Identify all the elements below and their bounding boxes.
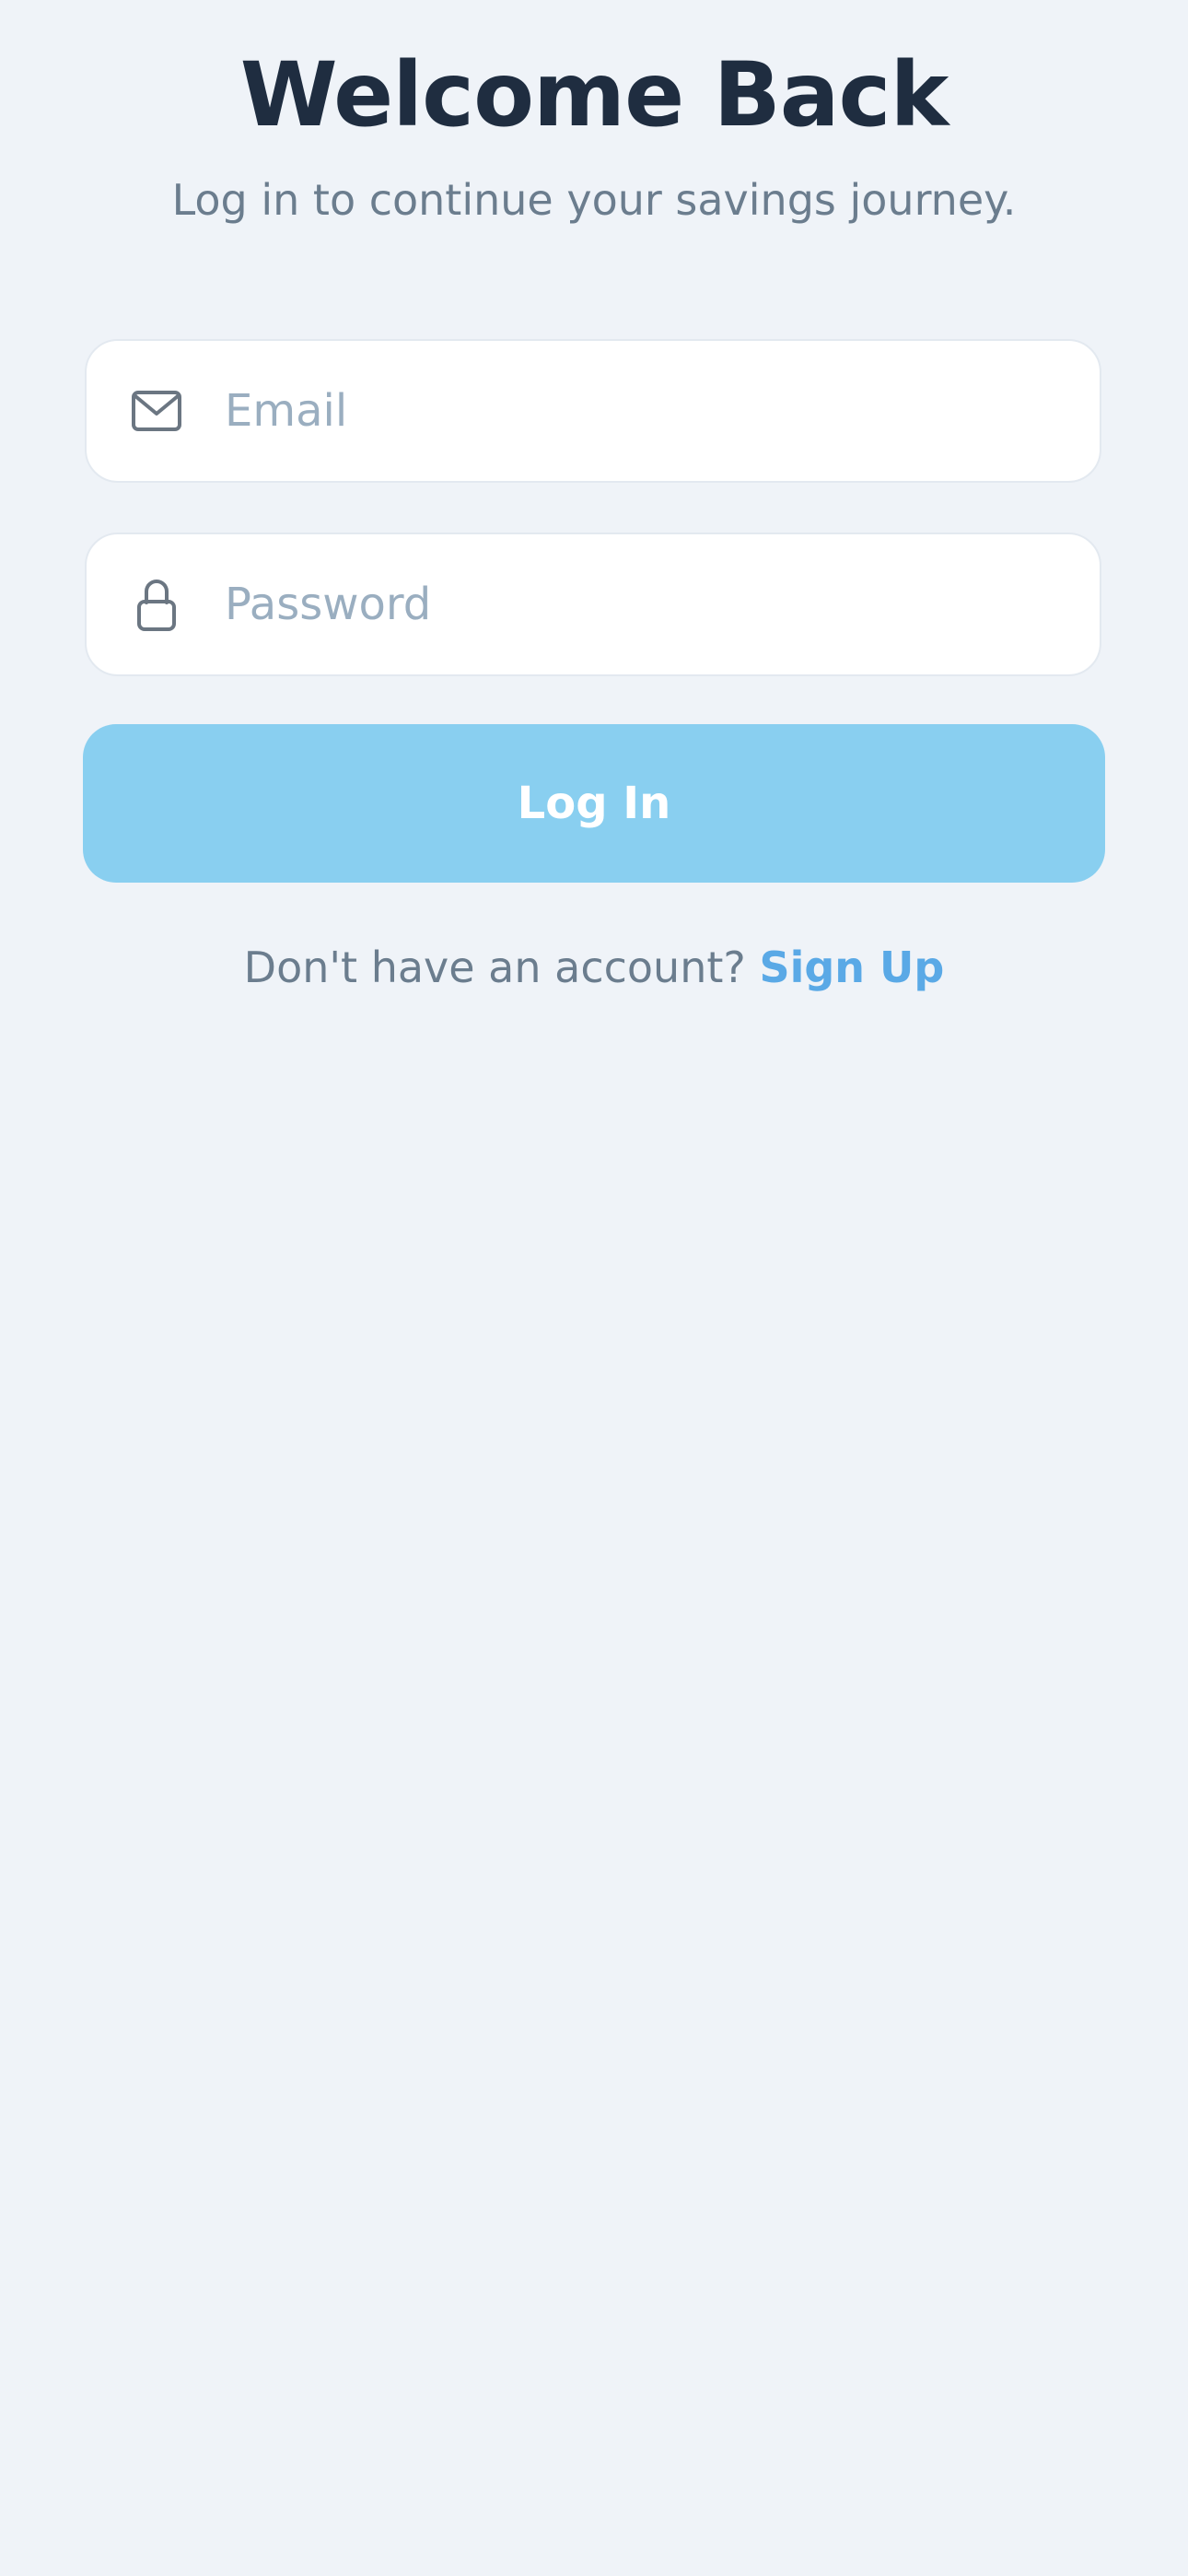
- password-field-container[interactable]: [85, 533, 1101, 676]
- email-input[interactable]: [225, 341, 1072, 481]
- lock-icon: [131, 575, 182, 634]
- password-input[interactable]: [225, 534, 1072, 674]
- signup-prompt-text: Don't have an account?: [243, 943, 760, 992]
- email-field-container[interactable]: [85, 339, 1101, 483]
- login-screen: Welcome Back Log in to continue your sav…: [0, 0, 1188, 2576]
- page-title: Welcome Back: [239, 43, 949, 146]
- signup-prompt: Don't have an account? Sign Up: [0, 931, 1188, 1004]
- page-subtitle: Log in to continue your savings journey.: [171, 175, 1017, 225]
- envelope-icon: [131, 381, 182, 440]
- signup-link[interactable]: Sign Up: [759, 943, 944, 992]
- login-button[interactable]: Log In: [83, 724, 1105, 883]
